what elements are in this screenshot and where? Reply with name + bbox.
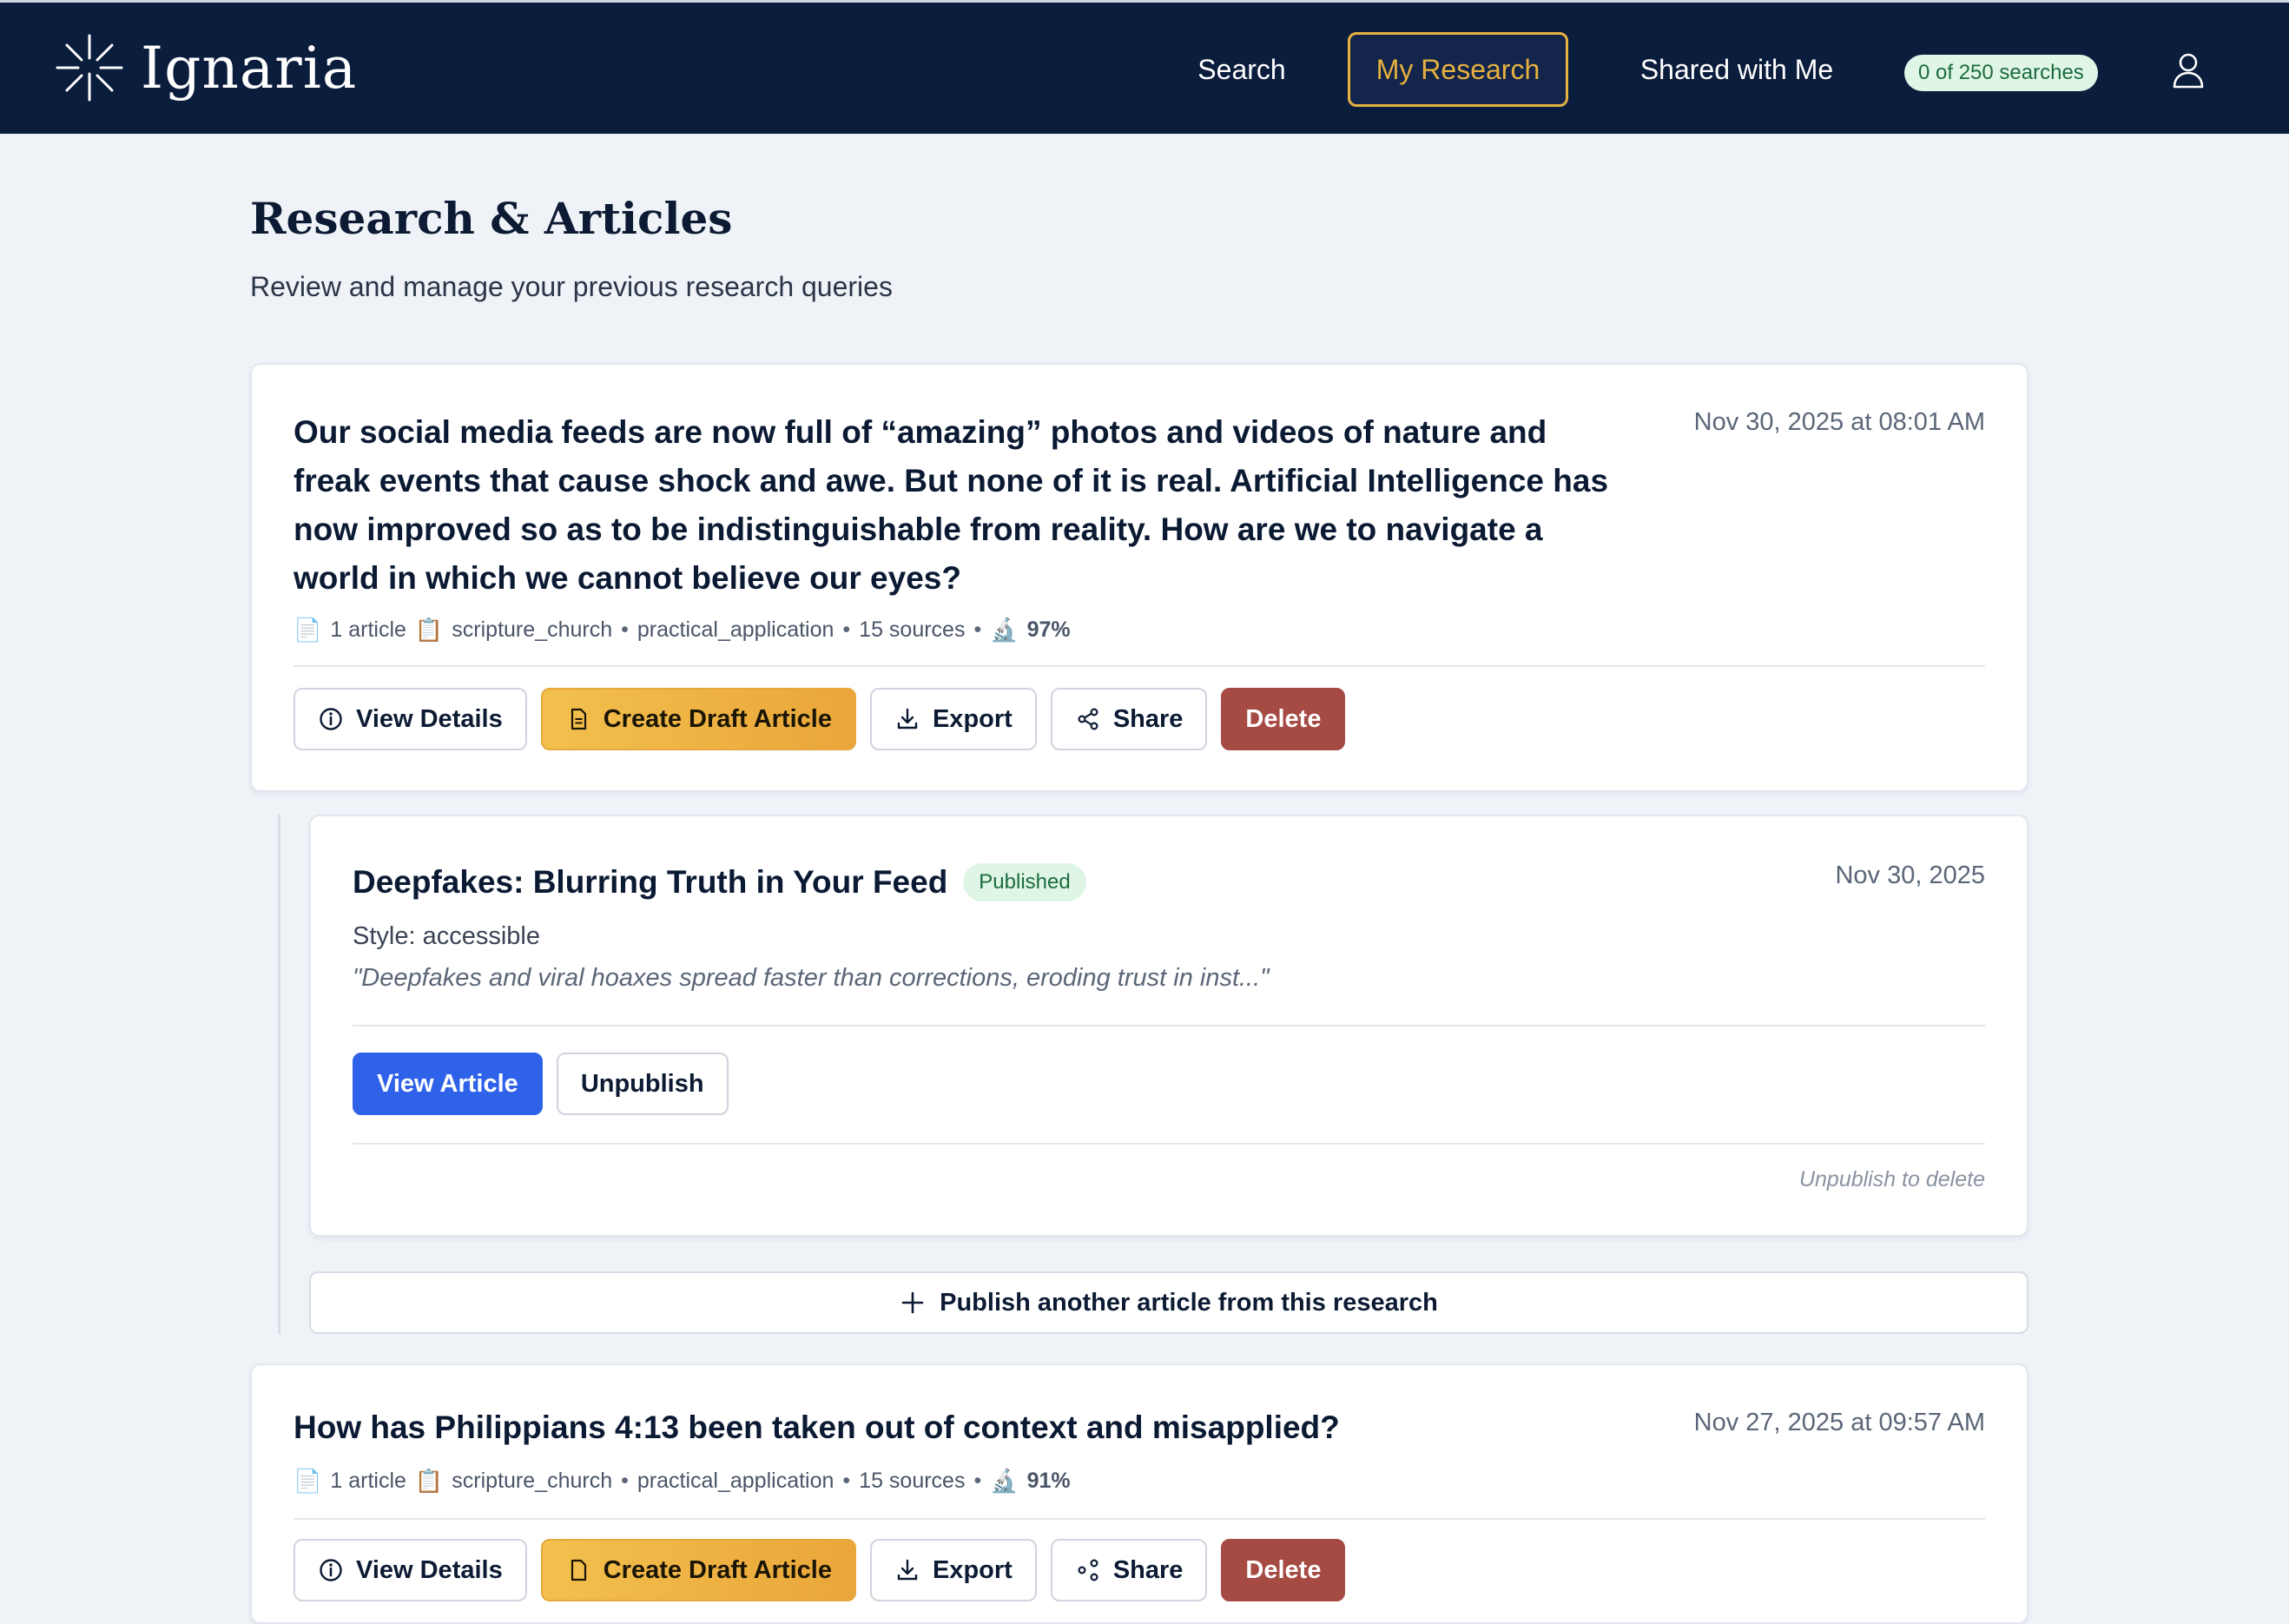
page-subtitle: Review and manage your previous research… — [250, 271, 893, 302]
source-count: 15 sources — [859, 1469, 966, 1493]
research-actions: View Details Create Draft Article Export… — [294, 1539, 1346, 1601]
research-question[interactable]: Our social media feeds are now full of “… — [294, 408, 1631, 603]
meta-separator: • — [973, 1469, 982, 1493]
angle-tag: practical_application — [637, 1469, 834, 1493]
export-label: Export — [932, 704, 1013, 733]
article-card: Deepfakes: Blurring Truth in Your Feed P… — [309, 815, 2028, 1237]
article-divider — [353, 1025, 1985, 1027]
create-draft-label: Create Draft Article — [603, 1555, 832, 1584]
create-draft-label: Create Draft Article — [603, 704, 832, 733]
article-title[interactable]: Deepfakes: Blurring Truth in Your Feed — [353, 864, 947, 901]
clipboard-icon: 📋 — [414, 617, 444, 643]
brand-logo[interactable]: Ignaria — [54, 32, 357, 103]
category-tag: scripture_church — [452, 617, 613, 642]
file-icon — [571, 708, 586, 730]
article-excerpt: "Deepfakes and viral hoaxes spread faste… — [353, 964, 1270, 992]
source-count: 15 sources — [859, 617, 966, 642]
article-count: 1 article — [330, 617, 406, 642]
share-button[interactable]: Share — [1050, 688, 1208, 750]
brand-name: Ignaria — [141, 34, 358, 102]
plus-icon — [901, 1291, 924, 1314]
share-button[interactable]: Share — [1050, 1539, 1208, 1601]
page-title: Research & Articles — [250, 193, 733, 244]
delete-label: Delete — [1245, 1555, 1322, 1584]
view-article-button[interactable]: View Article — [353, 1053, 543, 1115]
research-card: Our social media feeds are now full of “… — [250, 363, 2028, 792]
article-style: Style: accessible — [353, 922, 540, 950]
share-label: Share — [1112, 704, 1184, 733]
card-divider — [294, 665, 1985, 667]
view-details-button[interactable]: View Details — [294, 688, 527, 750]
article-actions: View Article Unpublish — [353, 1053, 729, 1115]
article-date: Nov 30, 2025 — [1835, 862, 1985, 889]
view-details-label: View Details — [356, 1555, 503, 1584]
export-label: Export — [932, 1555, 1013, 1584]
microscope-icon: 🔬 — [990, 1468, 1019, 1494]
search-quota-badge: 0 of 250 searches — [1904, 55, 2098, 91]
delete-label: Delete — [1245, 704, 1322, 733]
angle-tag: practical_application — [637, 617, 834, 642]
meta-separator: • — [842, 1469, 851, 1493]
user-icon[interactable] — [2171, 51, 2206, 89]
status-badge: Published — [963, 863, 1086, 901]
meta-separator: • — [973, 617, 982, 642]
research-actions: View Details Create Draft Article Export… — [294, 688, 1346, 750]
download-icon — [897, 708, 918, 729]
view-details-label: View Details — [356, 704, 503, 733]
document-icon: 📄 — [294, 1468, 322, 1494]
document-icon: 📄 — [294, 617, 322, 643]
unpublish-note: Unpublish to delete — [1798, 1167, 1985, 1192]
article-thread-line — [278, 815, 280, 1334]
delete-button[interactable]: Delete — [1221, 1539, 1346, 1601]
export-button[interactable]: Export — [869, 1539, 1037, 1601]
article-divider — [353, 1143, 1985, 1145]
publish-another-label: Publish another article from this resear… — [940, 1288, 1438, 1317]
research-date: Nov 27, 2025 at 09:57 AM — [1693, 1409, 1985, 1436]
create-draft-article-button[interactable]: Create Draft Article — [540, 688, 856, 750]
research-card: How has Philippians 4:13 been taken out … — [250, 1363, 2028, 1624]
share-icon — [1078, 708, 1098, 730]
card-divider — [294, 1518, 1985, 1520]
article-count: 1 article — [330, 1469, 406, 1493]
nav-search[interactable]: Search — [1155, 32, 1329, 107]
export-button[interactable]: Export — [869, 688, 1037, 750]
research-question[interactable]: How has Philippians 4:13 been taken out … — [294, 1403, 1631, 1452]
confidence-score: 91% — [1026, 1469, 1071, 1493]
research-meta: 📄 1 article 📋 scripture_church • practic… — [294, 1468, 1071, 1495]
article-heading: Deepfakes: Blurring Truth in Your Feed P… — [353, 863, 1086, 901]
delete-button[interactable]: Delete — [1221, 688, 1346, 750]
microscope-icon: 🔬 — [990, 617, 1019, 643]
nav-my-research[interactable]: My Research — [1348, 32, 1568, 107]
category-tag: scripture_church — [452, 1469, 613, 1493]
meta-separator: • — [621, 617, 629, 642]
create-draft-article-button[interactable]: Create Draft Article — [540, 1539, 856, 1601]
confidence-score: 97% — [1026, 617, 1071, 642]
unpublish-button[interactable]: Unpublish — [556, 1053, 729, 1115]
logo-spark-icon — [56, 34, 123, 102]
clipboard-icon: 📋 — [414, 1468, 444, 1494]
publish-another-article-button[interactable]: Publish another article from this resear… — [309, 1271, 2028, 1334]
research-meta: 📄 1 article 📋 scripture_church • practic… — [294, 617, 1071, 644]
meta-separator: • — [842, 617, 851, 642]
top-navigation-bar: Ignaria Search My Research Shared with M… — [0, 0, 2289, 134]
share-label: Share — [1112, 1555, 1184, 1584]
meta-separator: • — [621, 1469, 629, 1493]
view-details-button[interactable]: View Details — [294, 1539, 527, 1601]
research-date: Nov 30, 2025 at 08:01 AM — [1693, 408, 1985, 436]
info-icon — [320, 708, 342, 730]
nav-shared-with-me[interactable]: Shared with Me — [1598, 32, 1876, 107]
